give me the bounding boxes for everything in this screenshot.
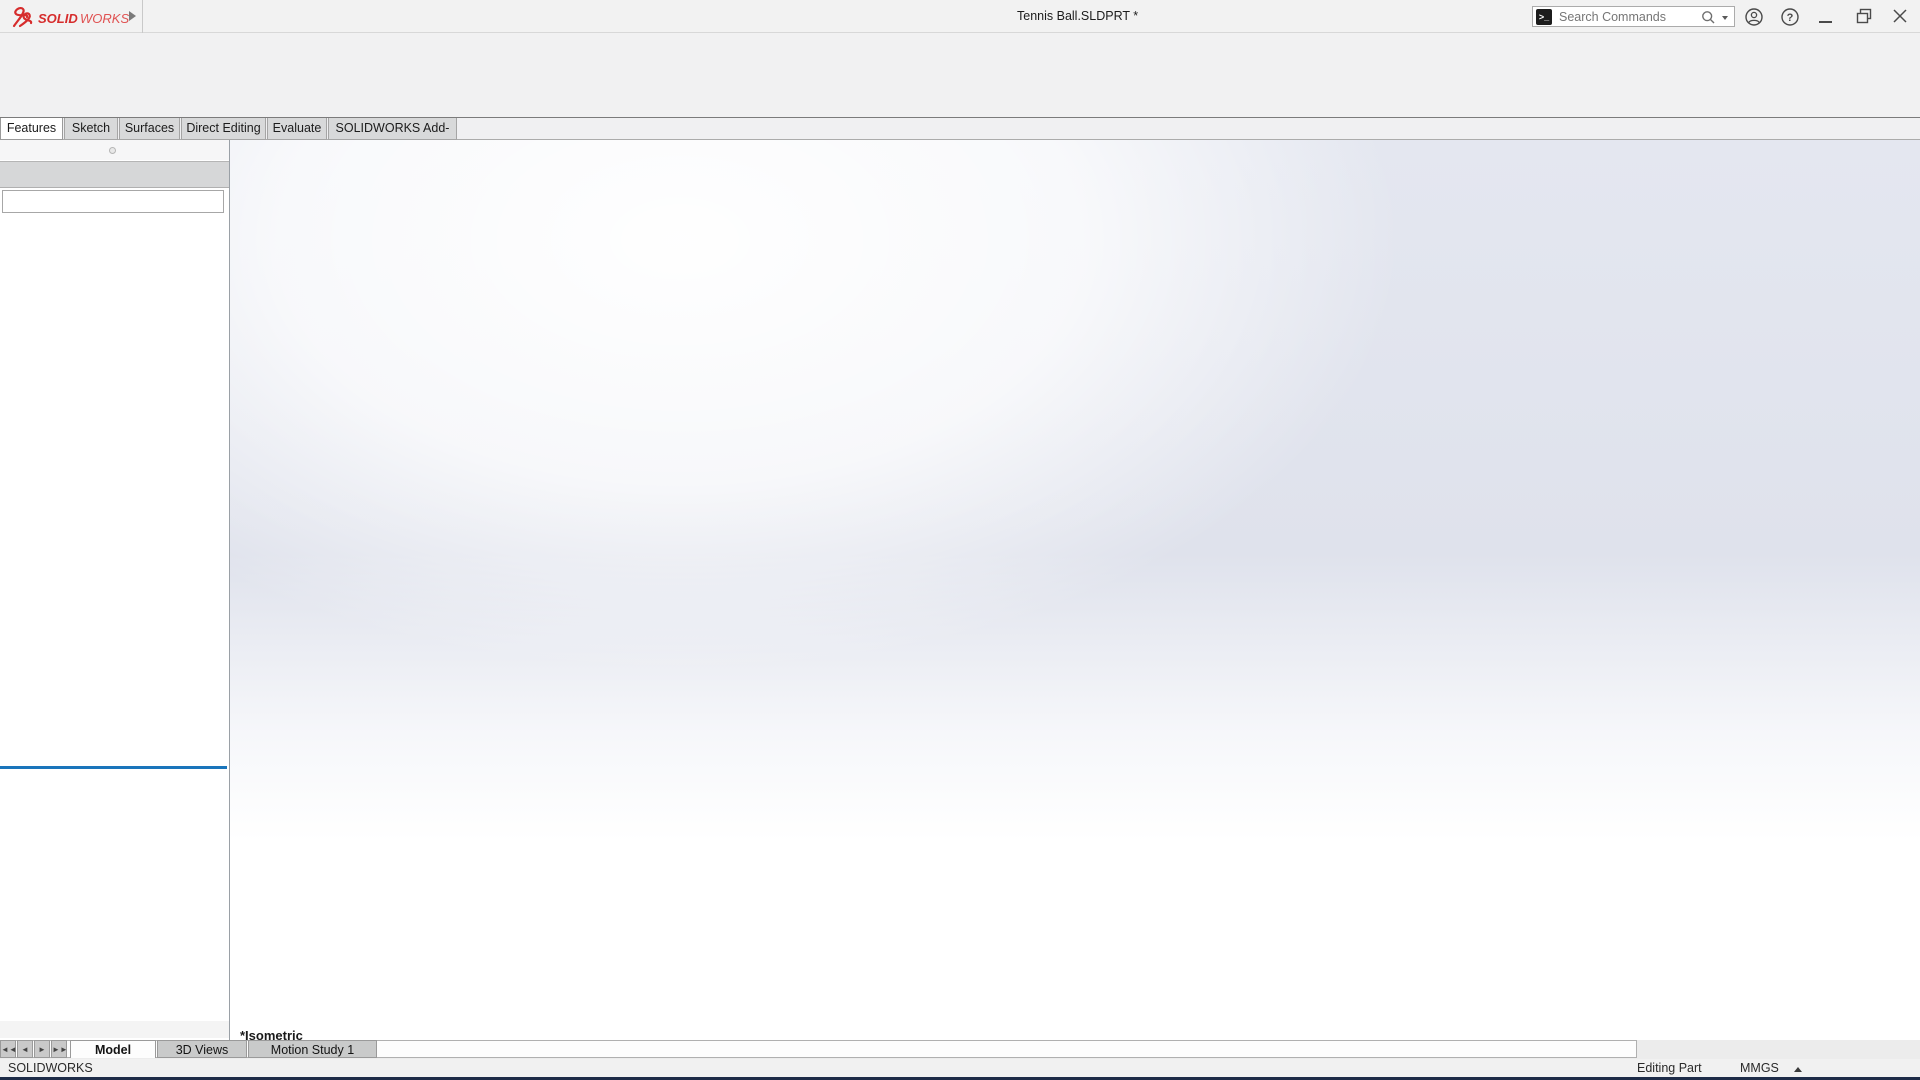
svg-text:?: ? — [1787, 12, 1794, 24]
svg-text:WORKS: WORKS — [80, 11, 129, 26]
svg-text:SOLID: SOLID — [38, 11, 78, 26]
